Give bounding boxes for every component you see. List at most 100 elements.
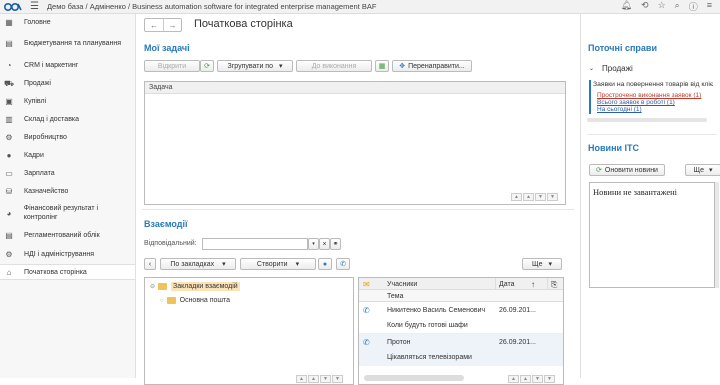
scroll-up-icon[interactable]: ▲ bbox=[523, 193, 534, 201]
more-button[interactable]: Ще ▾ bbox=[522, 258, 562, 270]
sidebar-item-admin[interactable]: ⚙ НДІ і адміністрування bbox=[0, 244, 135, 264]
star-icon[interactable]: ☆ bbox=[658, 0, 666, 13]
open-button[interactable]: Відкрити bbox=[144, 60, 200, 72]
app-logo-icon[interactable] bbox=[4, 1, 24, 13]
sidebar-item-finance[interactable]: ◕ Фінансовий результат і контролінг bbox=[0, 200, 135, 226]
tasks-table[interactable]: Задача bbox=[144, 81, 566, 205]
vertical-scrollbar[interactable] bbox=[715, 182, 719, 288]
contact-icon[interactable]: ● bbox=[318, 258, 332, 270]
collapse-left-icon[interactable]: ‹ bbox=[144, 258, 156, 270]
column-header-topic: Тема bbox=[387, 293, 404, 300]
today-link[interactable]: На сьогодні (1) bbox=[597, 106, 642, 113]
scroll-up-icon[interactable]: ▲ bbox=[520, 375, 531, 383]
sidebar-item-purchases[interactable]: ▣ Купівлі bbox=[0, 92, 135, 110]
person-icon: ● bbox=[6, 150, 12, 160]
breadcrumb: Демо база / Адміненко / Business automat… bbox=[46, 2, 377, 11]
responsible-label: Відповідальний: bbox=[144, 240, 197, 247]
folder-icon bbox=[166, 297, 176, 304]
history-icon[interactable]: ⟲ bbox=[641, 0, 649, 13]
current-tasks-title: Поточні справи bbox=[588, 43, 657, 53]
sidebar-item-sales[interactable]: ⛟ Продажі bbox=[0, 74, 135, 92]
refresh-news-button[interactable]: ⟳ Оновити новини bbox=[589, 164, 665, 176]
overdue-link[interactable]: Прострочено виконання заявок (1) bbox=[597, 92, 701, 99]
sidebar-item-treasury[interactable]: ⛁ Казначейство bbox=[0, 182, 135, 200]
sidebar-item-hr[interactable]: ● Кадри bbox=[0, 146, 135, 164]
folder-icon bbox=[158, 283, 168, 290]
dropdown-arrow-icon: ▾ bbox=[708, 167, 713, 174]
dropdown-arrow-icon[interactable]: ▾ bbox=[308, 238, 319, 250]
menu-icon[interactable]: ☰ bbox=[30, 1, 39, 12]
dropdown-arrow-icon: ▾ bbox=[279, 63, 283, 70]
table-row[interactable]: ✆ Протон 26.09.201... Цікавляться телеві… bbox=[359, 334, 563, 366]
sidebar-item-home[interactable]: ⌂ Початкова сторінка bbox=[0, 264, 135, 280]
dropdown-arrow-icon: ▾ bbox=[295, 261, 300, 268]
attachment-icon: ⎘ bbox=[547, 278, 557, 290]
info-icon[interactable]: ⓘ bbox=[689, 0, 698, 13]
scroll-bottom-icon[interactable]: ▼ bbox=[547, 193, 558, 201]
refresh-icon[interactable]: ⟳ bbox=[200, 60, 214, 72]
returns-heading: Заявки на повернення товарів від кліє bbox=[593, 81, 714, 88]
bookmarks-tree[interactable] bbox=[144, 277, 354, 385]
tree-item-bookmarks[interactable]: ⊖ Закладки взаємодій bbox=[150, 282, 240, 291]
scroll-bottom-icon[interactable]: ▼ bbox=[332, 375, 343, 383]
scroll-top-icon[interactable]: ▲ bbox=[508, 375, 519, 383]
news-empty-text: Новини не завантажені bbox=[593, 187, 678, 197]
phone-icon: ✆ bbox=[363, 338, 370, 347]
home-icon: ⌂ bbox=[6, 267, 12, 277]
horizontal-scrollbar[interactable] bbox=[587, 118, 707, 122]
gear-icon: ⚙ bbox=[5, 249, 13, 259]
cart-icon: ⛟ bbox=[3, 78, 15, 88]
todo-button[interactable]: До виконання bbox=[296, 60, 372, 72]
forward-arrow-icon[interactable]: → bbox=[163, 19, 181, 31]
right-panel: Поточні справи ⌄ Продажі Заявки на поверн… bbox=[580, 14, 720, 378]
sidebar-item-budget[interactable]: ▤ Бюджетування та планування bbox=[0, 30, 135, 56]
home-grid-icon: ▦ bbox=[5, 17, 13, 27]
sidebar-item-main[interactable]: ▦ Головне bbox=[0, 14, 135, 30]
group-by-button[interactable]: Згрупувати по ▾ bbox=[217, 60, 293, 72]
accounting-icon: ▤ bbox=[5, 230, 13, 240]
by-bookmarks-button[interactable]: По закладках ▾ bbox=[160, 258, 236, 270]
clear-icon[interactable]: × bbox=[319, 238, 330, 250]
horizontal-scrollbar[interactable] bbox=[364, 375, 464, 381]
in-progress-link[interactable]: Всього заявок в роботі (1) bbox=[597, 99, 675, 106]
scroll-down-icon[interactable]: ▼ bbox=[320, 375, 331, 383]
sales-group[interactable]: ⌄ Продажі bbox=[589, 64, 633, 73]
search-icon[interactable]: ⌕ bbox=[675, 0, 680, 13]
redirect-button[interactable]: ✥ Перенаправити... bbox=[392, 60, 472, 72]
sidebar-item-salary[interactable]: ▭ Зарплата bbox=[0, 164, 135, 182]
purchase-icon: ▣ bbox=[5, 96, 13, 106]
news-more-button[interactable]: Ще ▾ bbox=[685, 164, 720, 176]
scroll-down-icon[interactable]: ▼ bbox=[532, 375, 543, 383]
interactions-table[interactable]: ✉ Учасники Дата ↑ ⎘ Тема ✆ Никитенко Вас… bbox=[358, 277, 564, 385]
link-icon[interactable]: ⚭ bbox=[330, 238, 341, 250]
nav-buttons: ← → bbox=[144, 18, 182, 32]
bell-icon[interactable]: 🔔︎ bbox=[621, 0, 632, 13]
tree-item-mail[interactable]: ○ Основна пошта bbox=[160, 297, 230, 304]
section-divider bbox=[587, 134, 717, 135]
phone-icon[interactable]: ✆ bbox=[336, 258, 350, 270]
sidebar-item-production[interactable]: ⚙ Виробництво bbox=[0, 128, 135, 146]
responsible-field[interactable] bbox=[202, 238, 308, 250]
scroll-up-icon[interactable]: ▲ bbox=[308, 375, 319, 383]
section-divider bbox=[142, 209, 574, 210]
create-button[interactable]: Створити ▾ bbox=[240, 258, 316, 270]
sidebar-item-warehouse[interactable]: ▥ Склад і доставка bbox=[0, 110, 135, 128]
export-icon[interactable]: ▦ bbox=[375, 60, 389, 72]
top-bar: ☰ Демо база / Адміненко / Business autom… bbox=[0, 0, 720, 14]
scroll-top-icon[interactable]: ▲ bbox=[511, 193, 522, 201]
news-area: Новини не завантажені bbox=[589, 182, 715, 288]
sidebar-item-crm[interactable]: ◔ CRM і маркетинг bbox=[0, 56, 135, 74]
interactions-section-title: Взаємодії bbox=[144, 219, 188, 229]
sidebar: ▦ Головне ▤ Бюджетування та планування ◔ CR… bbox=[0, 14, 136, 378]
scroll-bottom-icon[interactable]: ▼ bbox=[544, 375, 555, 383]
scroll-top-icon[interactable]: ▲ bbox=[296, 375, 307, 383]
back-arrow-icon[interactable]: ← bbox=[145, 19, 163, 31]
more-menu-icon[interactable]: ≡ bbox=[707, 0, 712, 13]
scroll-down-icon[interactable]: ▼ bbox=[535, 193, 546, 201]
table-row[interactable]: ✆ Никитенко Василь Семенович 26.09.201..… bbox=[359, 302, 563, 334]
table-subheader: Тема bbox=[359, 290, 563, 302]
sidebar-item-accounting[interactable]: ▤ Регламентований облік bbox=[0, 226, 135, 244]
phone-icon: ✆ bbox=[363, 306, 370, 315]
sort-arrow-icon[interactable]: ↑ bbox=[531, 280, 535, 289]
warehouse-icon: ▥ bbox=[5, 114, 13, 124]
